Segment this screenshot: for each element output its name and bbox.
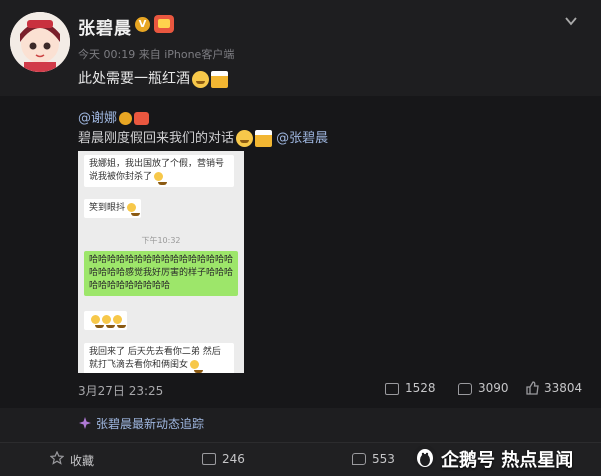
smile-emoji-icon — [127, 203, 141, 216]
footer-comment-count[interactable]: 553 — [372, 452, 395, 466]
repost-timestamp[interactable]: 3月27日 23:25 — [78, 382, 163, 399]
verified-icon — [119, 112, 133, 125]
vip-crown-icon — [154, 15, 174, 33]
mention-link[interactable]: @张碧晨 — [276, 131, 328, 146]
beer-emoji-icon — [255, 130, 273, 147]
grin-emoji-icon — [192, 70, 209, 88]
smile-emoji-icon — [190, 360, 204, 373]
comment-icon[interactable] — [458, 383, 472, 395]
repost-username[interactable]: @谢娜 — [78, 111, 117, 126]
post-meta: 今天 00:19 来自 iPhone客户端 — [78, 48, 235, 61]
follow-link[interactable]: 张碧晨最新动态追踪 — [96, 415, 204, 432]
weibo-post-page: 张碧晨 V 今天 00:19 来自 iPhone客户端 此处需要一瓶红酒 @谢娜… — [0, 0, 601, 476]
penguin-logo-icon — [413, 445, 437, 469]
chat-bubble: 我回来了 后天先去看你二弟 然后就打飞滴去看你和俩闺女 — [84, 343, 234, 373]
repost-text: 碧晨刚度假回来我们的对话 @张碧晨 — [78, 127, 328, 147]
chat-timestamp: 下午10:32 — [141, 236, 181, 245]
repost-icon[interactable] — [202, 453, 216, 465]
comment-icon[interactable] — [352, 453, 366, 465]
laugh-emoji-icon — [113, 315, 126, 328]
chevron-down-icon[interactable] — [564, 14, 578, 28]
post-text: 此处需要一瓶红酒 — [78, 68, 228, 88]
chat-message: 我回来了 后天先去看你二弟 然后就打飞滴去看你和俩闺女 — [89, 347, 221, 370]
chat-screenshot-image[interactable]: 我娜姐，我出国放了个假，营销号说我被你封杀了 笑到眼抖 下午10:32 哈哈哈哈… — [78, 151, 244, 373]
like-count[interactable]: 33804 — [544, 381, 582, 395]
laugh-emoji-icon — [154, 172, 168, 185]
chat-bubble: 笑到眼抖 — [84, 199, 142, 218]
comment-count[interactable]: 3090 — [478, 381, 509, 395]
laugh-emoji-icon — [102, 315, 115, 328]
chat-bubble-sent: 哈哈哈哈哈哈哈哈哈哈哈哈哈哈哈哈哈哈哈哈感觉我好厉害的样子哈哈哈哈哈哈哈哈哈哈哈… — [84, 251, 238, 296]
repost-user[interactable]: @谢娜 — [78, 107, 150, 126]
chat-message: 笑到眼抖 — [89, 203, 126, 213]
star-icon[interactable] — [50, 451, 64, 465]
post-username[interactable]: 张碧晨 — [78, 14, 132, 39]
avatar[interactable] — [10, 12, 70, 72]
repost-text-content: 碧晨刚度假回来我们的对话 — [78, 131, 235, 146]
avatar-cartoon-icon — [10, 12, 70, 72]
chat-message: 哈哈哈哈哈哈哈哈哈哈哈哈哈哈哈哈哈哈哈哈感觉我好厉害的样子哈哈哈哈哈哈哈哈哈哈哈… — [89, 255, 234, 291]
footer-repost-count[interactable]: 246 — [222, 452, 245, 466]
chat-bubble — [84, 311, 127, 330]
beer-emoji-icon — [211, 70, 228, 88]
post-text-content: 此处需要一瓶红酒 — [78, 71, 190, 87]
repost-icon[interactable] — [385, 383, 399, 395]
thumbs-up-icon[interactable] — [525, 381, 539, 395]
watermark: 企鹅号 热点星闻 — [441, 450, 574, 471]
chat-bubble: 我娜姐，我出国放了个假，营销号说我被你封杀了 — [84, 155, 234, 187]
grin-emoji-icon — [236, 130, 254, 147]
repost-count[interactable]: 1528 — [405, 381, 436, 395]
sparkle-icon — [79, 417, 91, 429]
collect-button[interactable]: 收藏 — [70, 452, 94, 469]
laugh-emoji-icon — [91, 315, 104, 328]
vip-crown-icon — [134, 112, 150, 125]
verified-icon: V — [135, 17, 150, 32]
